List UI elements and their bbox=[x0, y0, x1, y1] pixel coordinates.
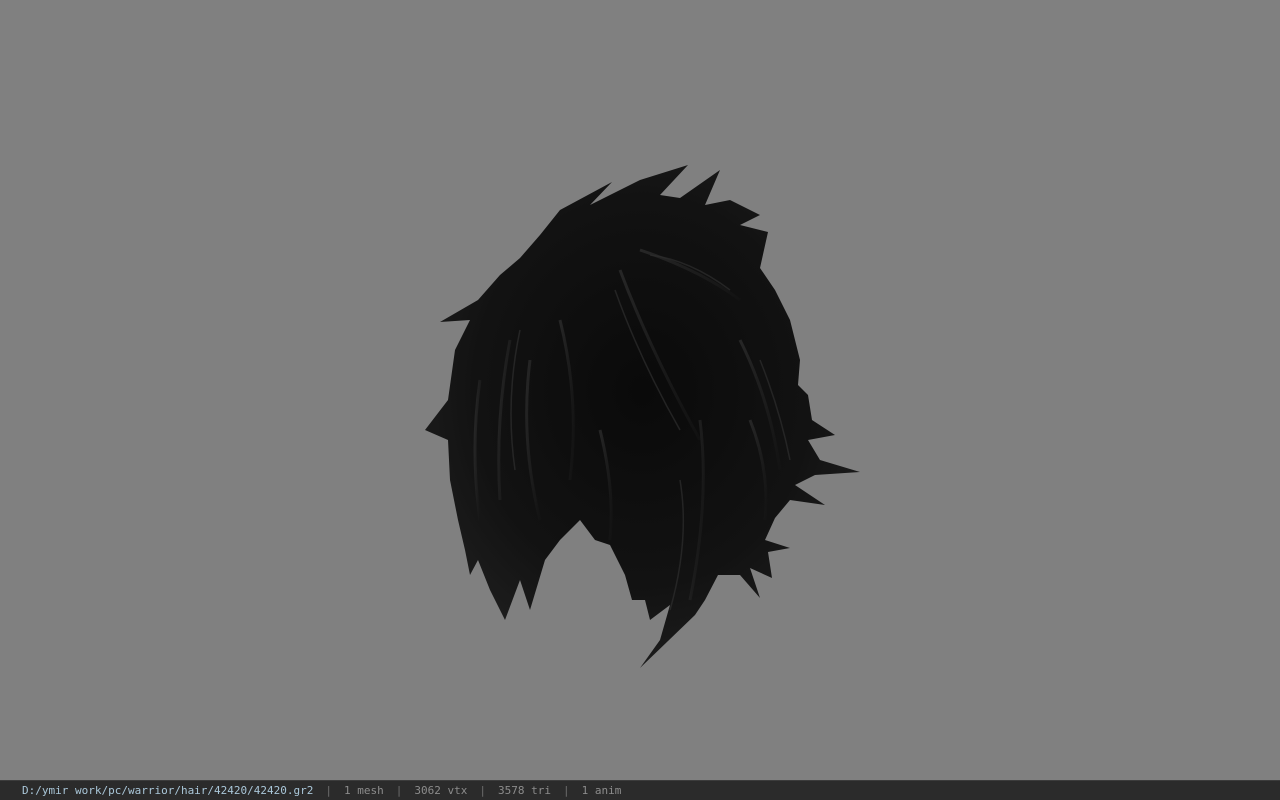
animation-count: 1 anim bbox=[581, 784, 622, 797]
triangle-count: 3578 tri bbox=[498, 784, 551, 797]
file-path: D:/ymir work/pc/warrior/hair/42420/42420… bbox=[22, 784, 314, 797]
hair-model[interactable] bbox=[0, 0, 1280, 780]
separator: | bbox=[563, 784, 570, 797]
separator: | bbox=[395, 784, 403, 797]
vertex-count: 3062 vtx bbox=[414, 784, 468, 797]
status-bar: D:/ymir work/pc/warrior/hair/42420/42420… bbox=[0, 780, 1280, 800]
separator: | bbox=[479, 784, 487, 797]
3d-viewport[interactable] bbox=[0, 0, 1280, 780]
separator: | bbox=[325, 784, 333, 797]
mesh-count: 1 mesh bbox=[344, 784, 384, 797]
